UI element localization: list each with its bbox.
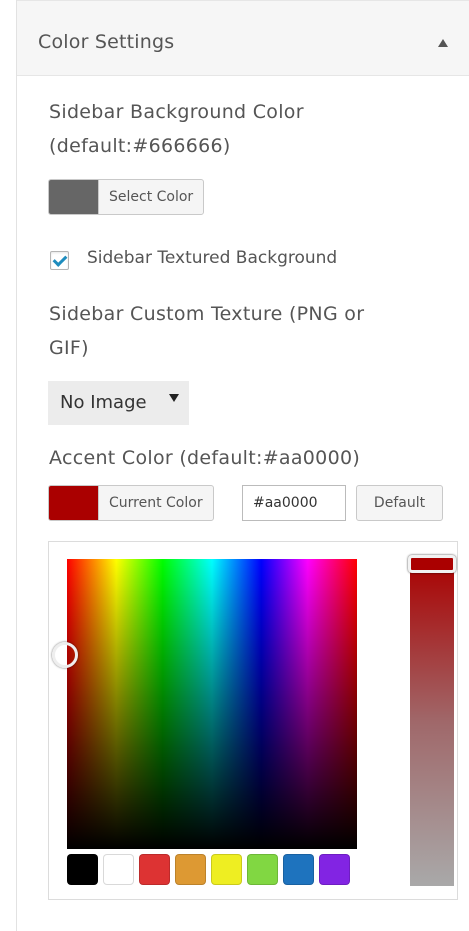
sidebar-bg-label-line2: (default:#666666) [49, 135, 231, 157]
color-picker [48, 541, 458, 900]
palette-swatch-6[interactable] [283, 854, 314, 885]
palette-swatch-2[interactable] [139, 854, 170, 885]
saturation-square[interactable] [67, 559, 357, 849]
palette-swatch-0[interactable] [67, 854, 98, 885]
panel-title: Color Settings [38, 31, 175, 53]
palette-swatch-3[interactable] [175, 854, 206, 885]
accent-swatch [49, 486, 99, 520]
custom-texture-select[interactable]: No Image [48, 381, 189, 425]
sidebar-bg-label-line1: Sidebar Background Color [49, 101, 304, 123]
palette-swatches [67, 854, 350, 885]
sidebar-bg-label: Sidebar Background Color (default:#66666… [49, 95, 304, 163]
sidebar-bg-swatch [49, 180, 99, 214]
accent-default-button[interactable]: Default [356, 485, 443, 521]
current-color-label: Current Color [109, 495, 203, 511]
palette-swatch-4[interactable] [211, 854, 242, 885]
custom-texture-label-line2: GIF) [49, 337, 89, 359]
palette-swatch-1[interactable] [103, 854, 134, 885]
textured-background-checkbox[interactable] [50, 251, 69, 270]
palette-swatch-7[interactable] [319, 854, 350, 885]
sidebar-bg-select-color-button[interactable]: Select Color [48, 179, 205, 215]
custom-texture-selected-value: No Image [60, 392, 147, 413]
textured-background-label: Sidebar Textured Background [87, 248, 338, 268]
picker-cursor-handle[interactable] [52, 642, 78, 668]
palette-swatch-5[interactable] [247, 854, 278, 885]
accent-current-color-button[interactable]: Current Color [48, 485, 214, 521]
collapse-arrow-icon[interactable] [438, 39, 448, 47]
strip-slider-handle[interactable] [408, 555, 456, 573]
select-color-label: Select Color [109, 189, 194, 205]
shade-gradient [67, 559, 357, 849]
accent-color-label: Accent Color (default:#aa0000) [49, 447, 361, 469]
custom-texture-label-line1: Sidebar Custom Texture (PNG or [49, 303, 365, 325]
lightness-strip[interactable] [410, 559, 454, 886]
color-settings-panel: Color Settings Sidebar Background Color … [16, 0, 469, 931]
custom-texture-label: Sidebar Custom Texture (PNG or GIF) [49, 297, 364, 365]
accent-hex-input[interactable] [242, 485, 346, 521]
dropdown-arrow-icon [169, 394, 179, 402]
panel-header[interactable]: Color Settings [17, 0, 469, 76]
